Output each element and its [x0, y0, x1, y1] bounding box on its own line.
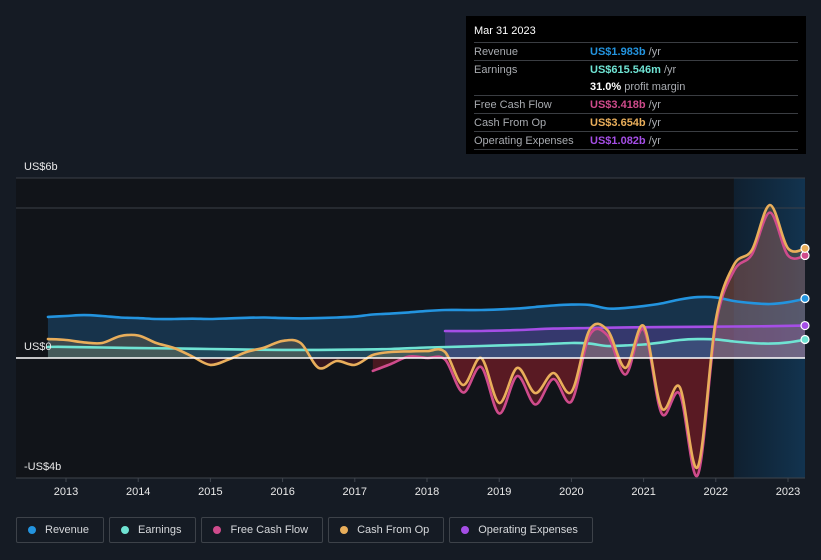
tooltip-unit: /yr [648, 46, 661, 58]
tooltip-row-operating-expenses: Operating Expenses US$1.082b /yr [474, 132, 798, 150]
x-tick-label: 2020 [559, 486, 583, 498]
legend-item-cash-from-op[interactable]: Cash From Op [328, 517, 445, 543]
legend-item-operating-expenses[interactable]: Operating Expenses [449, 517, 593, 543]
tooltip-label: Revenue [474, 46, 519, 58]
x-tick-label: 2023 [776, 486, 800, 498]
legend-dot-icon [461, 526, 470, 534]
tooltip-unit: /yr [648, 99, 661, 111]
legend-dot-icon [213, 526, 222, 534]
tooltip-value: US$3.418b [590, 99, 646, 111]
legend-label: Operating Expenses [478, 524, 578, 536]
x-tick-label: 2019 [487, 486, 511, 498]
legend-item-free-cash-flow[interactable]: Free Cash Flow [201, 517, 324, 543]
x-tick-label: 2015 [198, 486, 222, 498]
tooltip: Mar 31 2023 Revenue US$1.983b /yr Earnin… [466, 16, 806, 154]
x-tick-label: 2018 [415, 486, 439, 498]
tooltip-unit: /yr [663, 64, 677, 76]
x-tick-label: 2014 [126, 486, 150, 498]
legend-dot-icon [121, 526, 130, 534]
tooltip-value: US$1.082b [590, 135, 646, 147]
legend-label: Free Cash Flow [230, 524, 309, 536]
legend-item-earnings[interactable]: Earnings [109, 517, 197, 543]
legend-dot-icon [340, 526, 349, 534]
y-axis-label: US$6b [24, 161, 58, 173]
y-axis-label: US$0 [24, 341, 52, 353]
tooltip-label [474, 79, 590, 95]
tooltip-unit: /yr [648, 135, 661, 147]
tooltip-value: US$615.546m [590, 64, 661, 76]
tooltip-unit: /yr [648, 117, 661, 129]
cash-from-op-endpoint [800, 243, 810, 253]
x-tick-label: 2013 [54, 486, 78, 498]
x-ticks: 2013 2014 2015 2016 2017 2018 2019 2020 2021 2022… [54, 478, 800, 498]
x-tick-label: 2017 [343, 486, 367, 498]
profit-margin-value: 31.0% [590, 81, 622, 93]
y-axis-label: -US$4b [24, 461, 61, 473]
tooltip-row-free-cash-flow: Free Cash Flow US$3.418b /yr [474, 96, 798, 114]
legend-item-revenue[interactable]: Revenue [16, 517, 105, 543]
tooltip-label: Operating Expenses [474, 135, 574, 147]
tooltip-value: US$3.654b [590, 117, 646, 129]
tooltip-row-revenue: Revenue US$1.983b /yr [474, 43, 798, 61]
legend-label: Cash From Op [357, 524, 430, 536]
tooltip-date: Mar 31 2023 [474, 24, 798, 43]
operating-expenses-endpoint [800, 320, 810, 331]
legend-dot-icon [28, 526, 36, 534]
x-tick-label: 2021 [631, 486, 655, 498]
tooltip-label: Cash From Op [474, 117, 547, 129]
legend-label: Revenue [45, 524, 90, 536]
tooltip-row-cash-from-op: Cash From Op US$3.654b /yr [474, 114, 798, 132]
x-tick-label: 2022 [704, 486, 728, 498]
legend: Revenue Earnings Free Cash Flow Cash Fro… [16, 517, 593, 543]
legend-label: Earnings [138, 524, 182, 536]
revenue-endpoint [800, 293, 810, 304]
x-tick-label: 2016 [270, 486, 294, 498]
tooltip-label: Earnings [474, 64, 518, 76]
tooltip-row-earnings: Earnings US$615.546m /yr [474, 61, 798, 78]
tooltip-unit: profit margin [624, 81, 686, 93]
tooltip-row-profit-margin: 31.0% profit margin [474, 78, 798, 96]
tooltip-value: US$1.983b [590, 46, 646, 58]
earnings-endpoint [800, 334, 810, 345]
tooltip-label: Free Cash Flow [474, 99, 552, 111]
